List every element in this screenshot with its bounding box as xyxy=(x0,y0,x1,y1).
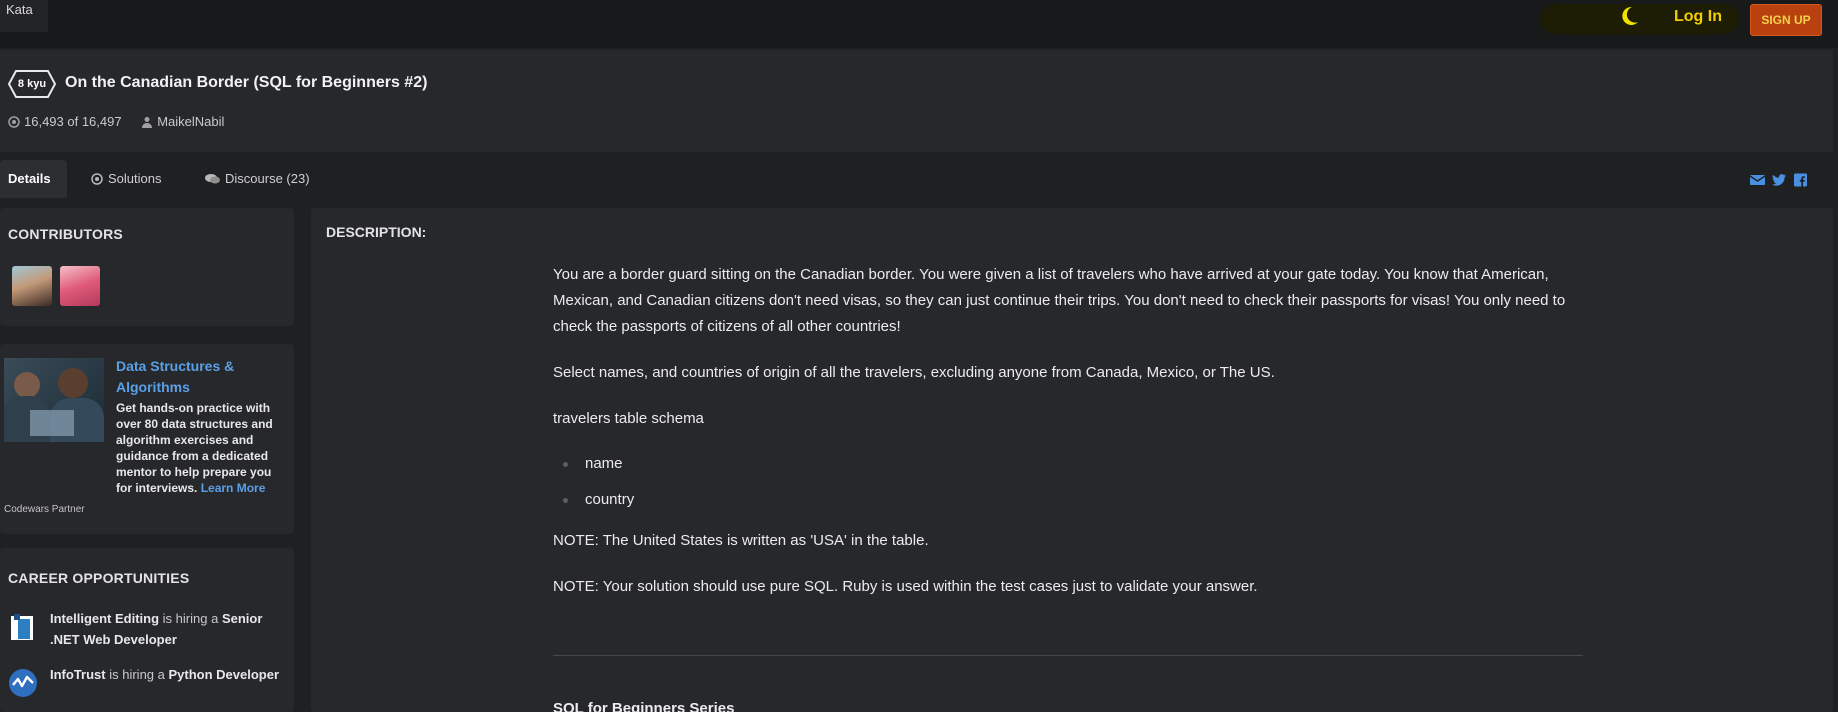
tab-discourse-label: Discourse (23) xyxy=(225,171,310,186)
tab-details-label: Details xyxy=(8,171,51,186)
login-link[interactable]: Log In xyxy=(1674,8,1722,26)
contributor-avatar[interactable] xyxy=(60,266,100,306)
comments-icon xyxy=(205,174,220,184)
kata-nav-label: Kata xyxy=(6,2,33,17)
ad-partner-label: Codewars Partner xyxy=(4,504,85,515)
completion-count: 16,493 of 16,497 xyxy=(24,114,122,129)
author-name: MaikelNabil xyxy=(157,114,225,129)
tab-discourse[interactable]: Discourse (23) xyxy=(205,160,310,198)
tab-solutions-label: Solutions xyxy=(108,171,162,186)
contributors-heading: CONTRIBUTORS xyxy=(8,226,123,242)
column-name: name xyxy=(585,455,623,472)
description-paragraph: Select names, and countries of origin of… xyxy=(553,364,1275,381)
description-panel: DESCRIPTION: You are a border guard sitt… xyxy=(311,208,1833,712)
ad-image[interactable] xyxy=(4,358,104,442)
signup-button[interactable]: SIGN UP xyxy=(1750,4,1822,36)
job-company: Intelligent Editing xyxy=(50,611,160,626)
top-bar: Kata Log In SIGN UP xyxy=(0,0,1838,48)
moon-icon[interactable] xyxy=(1617,4,1641,28)
author[interactable]: MaikelNabil xyxy=(141,114,224,129)
facebook-icon[interactable] xyxy=(1794,172,1807,188)
column-name: country xyxy=(585,491,635,508)
job-hiring: is hiring a xyxy=(162,611,219,626)
contributors-panel: CONTRIBUTORS xyxy=(0,208,294,326)
intelligent-editing-logo-icon xyxy=(11,614,33,640)
job-text: InfoTrust is hiring a Python Developer xyxy=(50,664,280,685)
completion-stat: 16,493 of 16,497 xyxy=(8,114,122,129)
bullet-icon xyxy=(563,498,568,503)
kata-title: On the Canadian Border (SQL for Beginner… xyxy=(65,74,428,91)
note-paragraph: NOTE: The United States is written as 'U… xyxy=(553,532,929,549)
series-heading: SQL for Beginners Series xyxy=(553,700,735,712)
description-paragraph: You are a border guard sitting on the Ca… xyxy=(553,266,1566,335)
bullet-icon xyxy=(563,462,568,467)
ad-text: Get hands-on practice with over 80 data … xyxy=(116,400,288,496)
description-body: You are a border guard sitting on the Ca… xyxy=(553,262,1583,620)
twitter-icon[interactable] xyxy=(1772,172,1786,188)
rank-badge: 8 kyu xyxy=(8,70,56,98)
job-hiring: is hiring a xyxy=(109,667,165,682)
job-text: Intelligent Editing is hiring a Senior .… xyxy=(50,608,280,650)
tab-solutions[interactable]: Solutions xyxy=(91,160,161,198)
contributor-avatar[interactable] xyxy=(12,266,52,306)
user-icon xyxy=(142,116,153,128)
kata-nav-tab[interactable]: Kata xyxy=(0,0,48,32)
job-company: InfoTrust xyxy=(50,667,106,682)
target-icon xyxy=(8,115,20,128)
account-area: Log In SIGN UP xyxy=(1540,0,1838,36)
email-icon[interactable] xyxy=(1750,172,1765,188)
schema-column-list: name country xyxy=(553,446,1583,518)
ad-title[interactable]: Data Structures & Algorithms xyxy=(116,356,286,398)
job-role: Python Developer xyxy=(168,667,280,682)
tab-details[interactable]: Details xyxy=(0,160,67,198)
partner-ad-panel: Data Structures & Algorithms Get hands-o… xyxy=(0,344,294,534)
description-heading: DESCRIPTION: xyxy=(326,224,427,240)
description-paragraph: travelers table schema xyxy=(553,410,704,427)
kata-header: 8 kyu On the Canadian Border (SQL for Be… xyxy=(0,50,1833,152)
kata-meta: 16,493 of 16,497 MaikelNabil xyxy=(8,114,240,131)
careers-heading: CAREER OPPORTUNITIES xyxy=(8,570,190,586)
rank-label: 8 kyu xyxy=(17,78,47,90)
careers-panel: CAREER OPPORTUNITIES Intelligent Editing… xyxy=(0,548,294,712)
learn-more-link[interactable]: Learn More xyxy=(201,481,266,495)
list-item: name xyxy=(553,446,1583,482)
list-item: country xyxy=(553,482,1583,518)
note-paragraph: NOTE: Your solution should use pure SQL.… xyxy=(553,578,1258,595)
target-icon xyxy=(91,173,103,185)
divider xyxy=(553,655,1583,656)
infotrust-logo-icon xyxy=(9,669,37,697)
kata-tabs: Details Solutions Discourse (23) xyxy=(0,160,1833,198)
